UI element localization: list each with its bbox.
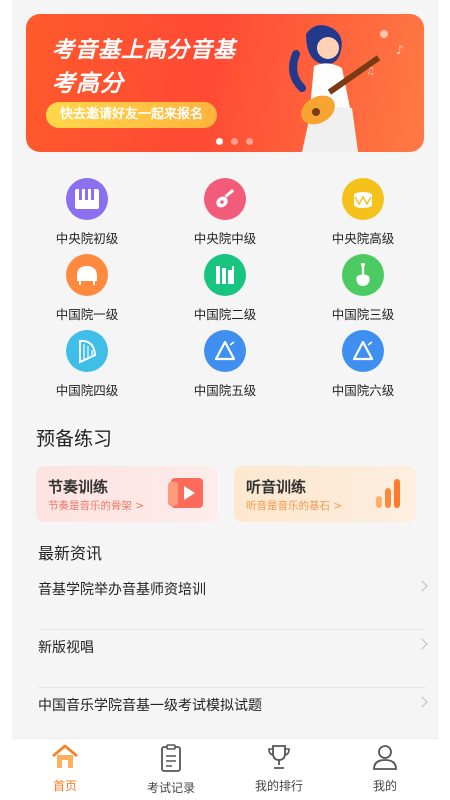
level-item[interactable]: 中央院中级 [170, 178, 280, 248]
bottom-tab-bar: 首页 考试记录 我的排行 我的 [12, 738, 438, 800]
level-label: 中国院三级 [331, 307, 395, 322]
news-title: 最新资讯 [38, 544, 103, 563]
trophy-icon [268, 745, 290, 769]
level-label: 中国院六级 [331, 383, 395, 398]
level-label: 中国院四级 [55, 383, 119, 398]
level-item[interactable]: 中国院三级 [308, 254, 418, 324]
tab-label: 我的排行 [254, 779, 303, 793]
guitar-icon [204, 178, 246, 220]
level-item[interactable]: 中央院高级 [308, 178, 418, 248]
card-subtitle: 节奏是音乐的骨架 > [48, 500, 145, 512]
news-item[interactable]: 音基学院举办音基师资培训 [38, 572, 428, 630]
clipboard-icon [161, 744, 181, 772]
tab-label: 我的 [372, 779, 397, 793]
grand-piano-icon [66, 254, 108, 296]
news-item[interactable]: 新版视唱 [38, 630, 428, 688]
bar-chart-icon [376, 479, 400, 508]
chevron-right-icon [416, 638, 428, 650]
tab-exam-records[interactable]: 考试记录 [131, 743, 211, 796]
card-subtitle: 听音是音乐的基石 > [246, 500, 343, 512]
level-item[interactable]: 中国院四级 [32, 330, 142, 400]
level-item[interactable]: 中国院六级 [308, 330, 418, 400]
play-video-icon [168, 478, 203, 508]
level-label: 中国院二级 [193, 307, 257, 322]
pager-dot[interactable] [216, 138, 223, 145]
tab-label: 首页 [52, 779, 77, 793]
news-item-title: 新版视唱 [38, 640, 94, 656]
level-label: 中央院初级 [55, 231, 119, 246]
invite-button[interactable]: 快去邀请好友一起来报名 [46, 102, 218, 128]
rhythm-training-card[interactable]: 节奏训练 节奏是音乐的骨架 > [36, 466, 218, 522]
level-label: 中央院中级 [193, 231, 257, 246]
ear-training-card[interactable]: 听音训练 听音是音乐的基石 > [234, 466, 416, 522]
card-title: 听音训练 [246, 478, 307, 496]
practice-title: 预备练习 [36, 428, 113, 450]
pager-dot[interactable] [231, 138, 238, 145]
level-label: 中国院五级 [193, 383, 257, 398]
user-icon [373, 745, 397, 770]
tab-profile[interactable]: 我的 [345, 743, 425, 794]
news-item-title: 中国音乐学院音基一级考试模拟试题 [38, 698, 262, 714]
app-screen: 考音基上高分音基 考高分 快去邀请好友一起来报名 ♪ ♫ 中央院初级 中央院中级… [12, 0, 438, 800]
card-title: 节奏训练 [48, 478, 109, 496]
triangle-icon [342, 330, 384, 372]
banner-subheadline: 考高分 [52, 71, 124, 97]
harp-icon [66, 330, 108, 372]
level-item[interactable]: 中国院五级 [170, 330, 280, 400]
pager-dot[interactable] [246, 138, 253, 145]
level-label: 中国院一级 [55, 307, 119, 322]
electric-guitar-icon [342, 254, 384, 296]
triangle-icon [204, 330, 246, 372]
svg-text:♪: ♪ [396, 43, 404, 57]
tab-home[interactable]: 首页 [25, 743, 105, 794]
level-label: 中央院高级 [331, 231, 395, 246]
promo-banner[interactable]: 考音基上高分音基 考高分 快去邀请好友一起来报名 ♪ ♫ [26, 14, 424, 152]
piano-keys-icon [66, 178, 108, 220]
home-icon [52, 744, 78, 768]
banner-headline: 考音基上高分音基 [52, 38, 237, 63]
drum-icon [342, 178, 384, 220]
xylophone-icon [204, 254, 246, 296]
level-item[interactable]: 中央院初级 [32, 178, 142, 248]
chevron-right-icon [416, 580, 428, 592]
level-item[interactable]: 中国院二级 [170, 254, 280, 324]
news-item-title: 音基学院举办音基师资培训 [38, 582, 206, 598]
tab-ranking[interactable]: 我的排行 [239, 743, 319, 794]
tab-label: 考试记录 [146, 781, 195, 795]
guitar-girl-illustration: ♪ ♫ [289, 25, 404, 152]
chevron-right-icon [416, 696, 428, 708]
banner-pager[interactable] [216, 138, 253, 145]
level-item[interactable]: 中国院一级 [32, 254, 142, 324]
